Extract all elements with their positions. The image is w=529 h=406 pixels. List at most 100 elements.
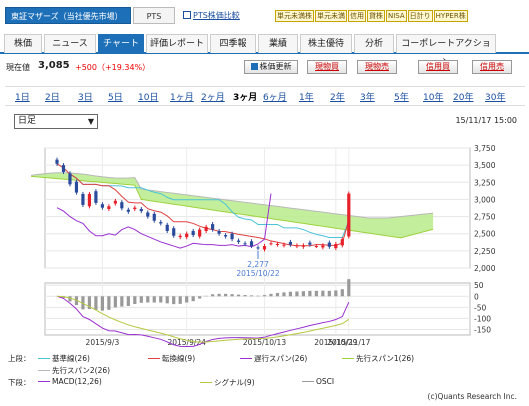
candle-body (159, 222, 163, 224)
pts-compare-link[interactable]: PTS株価比較 (183, 10, 240, 21)
period-9[interactable]: 1年 (299, 90, 314, 103)
legend-lower-text: シグナル(9) (214, 378, 255, 387)
candle-body (120, 202, 124, 209)
period-2[interactable]: 3日 (78, 90, 93, 103)
period-10[interactable]: 2年 (330, 90, 345, 103)
period-7[interactable]: 3ヶ月 (233, 90, 257, 103)
nav-tab-8[interactable]: コーポレートアクション (396, 34, 496, 68)
legend-lower-label: 下段： (8, 378, 31, 387)
y-tick-main: 2,750 (474, 213, 496, 222)
low-date-annotation: 2015/10/22 (236, 269, 279, 278)
y-tick-main: 2,250 (474, 247, 496, 256)
period-1[interactable]: 2日 (45, 90, 60, 103)
nav-tab-3[interactable]: 評価レポート (146, 34, 208, 53)
candle-body (327, 242, 331, 247)
osci-bar (327, 290, 331, 297)
legend-swatch (302, 381, 314, 382)
candle-body (211, 224, 215, 230)
candle-body (314, 246, 318, 248)
period-3[interactable]: 5日 (108, 90, 123, 103)
margin-sell-button[interactable]: 信用売 (472, 60, 512, 74)
x-tick: 2015/9/3 (86, 338, 120, 347)
market-tab-tse-mothers[interactable]: 東証マザーズ（当社優先市場） (5, 7, 131, 24)
osci-bar (139, 296, 143, 303)
nav-tab-2[interactable]: チャート (98, 34, 144, 53)
period-11[interactable]: 3年 (360, 90, 375, 103)
chart-datetime: 15/11/17 15:00 (455, 116, 517, 125)
refresh-price-button[interactable]: 株価更新 (244, 60, 298, 74)
candle-body (133, 207, 137, 210)
period-14[interactable]: 20年 (453, 90, 473, 103)
candle-interval-value: 日足 (18, 116, 37, 126)
legend-swatch (38, 381, 50, 382)
osci-bar (159, 296, 163, 303)
market-tab-pts[interactable]: PTS (133, 7, 175, 24)
candle-interval-select[interactable]: 日足 ▼ (14, 114, 98, 129)
candle-body (165, 224, 169, 231)
osci-bar (340, 289, 344, 297)
price-bar: 現在値 3,085 +500（+19.34%） 株価更新 現物買 現物売 信用買… (0, 58, 529, 76)
nav-tab-1[interactable]: ニュース (44, 34, 96, 53)
y-tick-main: 3,750 (474, 144, 496, 153)
price-label: 現在値 (6, 63, 30, 72)
x-tick: 2015/11/17 (327, 338, 370, 347)
legend-lower-item-0: MACD(12,26) (38, 377, 102, 386)
pts-compare-label: PTS株価比較 (193, 11, 240, 20)
legend-upper-text: 転換線(9) (162, 354, 196, 363)
candle-body (236, 240, 241, 242)
candle-body (113, 200, 117, 204)
badge-2: 信用 (348, 10, 366, 22)
nav-tab-0[interactable]: 株価 (4, 34, 42, 53)
y-tick-sub: -150 (474, 325, 491, 334)
legend-swatch (342, 358, 354, 359)
buy-button[interactable]: 現物買 (307, 60, 347, 74)
osci-bar (185, 296, 189, 303)
chevron-down-icon: ▼ (87, 117, 94, 126)
margin-buy-button[interactable]: 信用買 (418, 60, 458, 74)
refresh-price-label: 株価更新 (259, 62, 292, 71)
osci-bar (120, 296, 124, 307)
y-tick-sub: 0 (474, 292, 479, 301)
candle-body (204, 226, 208, 231)
candle-body (334, 244, 338, 249)
y-tick-sub: -100 (474, 314, 491, 323)
y-tick-sub: 50 (474, 281, 484, 290)
osci-bar (107, 296, 111, 310)
nav-tab-6[interactable]: 株主優待 (300, 34, 352, 53)
osci-bar (165, 296, 169, 304)
candle-body (185, 233, 189, 238)
legend-upper-item-3: 先行スパン1(26) (342, 353, 414, 364)
osci-bar (347, 279, 351, 297)
candle-body (269, 243, 273, 245)
candle-body (107, 206, 111, 210)
osci-bar (282, 292, 286, 297)
osci-bar (230, 294, 234, 297)
period-6[interactable]: 2ヶ月 (201, 90, 225, 103)
candle-body (308, 242, 312, 245)
nav-tab-5[interactable]: 業績 (258, 34, 298, 53)
osci-bar (334, 290, 338, 297)
y-tick-main: 3,250 (474, 178, 496, 187)
period-8[interactable]: 6ヶ月 (263, 90, 287, 103)
period-15[interactable]: 30年 (485, 90, 505, 103)
period-4[interactable]: 10日 (138, 90, 158, 103)
osci-bar (152, 296, 156, 303)
period-13[interactable]: 10年 (423, 90, 443, 103)
legend-upper-text: 遅行スパン(26) (254, 354, 308, 363)
candle-body (230, 233, 234, 240)
compare-icon (183, 11, 191, 19)
period-5[interactable]: 1ヶ月 (170, 90, 194, 103)
sell-button[interactable]: 現物売 (357, 60, 397, 74)
nav-tab-4[interactable]: 四季報 (210, 34, 256, 53)
candle-body (347, 193, 351, 237)
legend-upper-text: 先行スパン2(26) (52, 366, 111, 375)
legend-swatch (38, 370, 50, 371)
osci-bar (217, 293, 221, 297)
period-0[interactable]: 1日 (15, 90, 30, 103)
candle-body (243, 243, 247, 245)
legend-upper-item-0: 基準線(26) (38, 353, 90, 364)
period-12[interactable]: 5年 (394, 90, 409, 103)
candle-body (152, 213, 156, 221)
osci-bar (178, 296, 182, 304)
nav-tab-7[interactable]: 分析 (354, 34, 394, 53)
